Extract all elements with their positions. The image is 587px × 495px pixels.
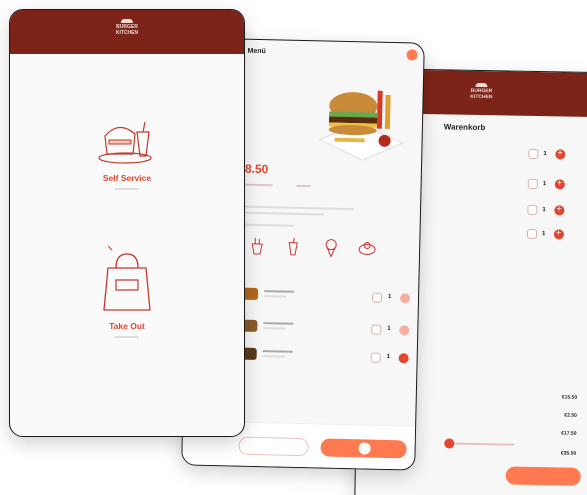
cart-item: 1 bbox=[420, 202, 587, 217]
add-to-cart-button[interactable] bbox=[320, 438, 407, 459]
increase-button[interactable] bbox=[399, 325, 410, 336]
increase-button[interactable] bbox=[399, 293, 411, 304]
brand-logo: BURGER KITCHEN bbox=[116, 19, 138, 36]
chef-hat-icon bbox=[120, 19, 133, 23]
menu-item: 1 bbox=[240, 346, 410, 368]
cart-title: Warenkorb bbox=[443, 122, 486, 133]
take-out-label: Take Out bbox=[109, 321, 145, 331]
burger-meal-image bbox=[318, 90, 404, 161]
decrease-button[interactable] bbox=[371, 292, 383, 303]
increase-button[interactable] bbox=[555, 149, 566, 160]
menu-item: 1 bbox=[241, 318, 411, 340]
decrease-button[interactable] bbox=[528, 148, 539, 160]
welcome-screen: BURGER KITCHEN Self Service Take Out bbox=[9, 9, 245, 437]
close-button[interactable] bbox=[406, 49, 418, 61]
self-service-option[interactable]: Self Service bbox=[10, 114, 244, 190]
cart-item-qty: 1 bbox=[542, 181, 547, 188]
cart-item: 1 bbox=[420, 226, 587, 241]
back-button[interactable] bbox=[238, 436, 309, 457]
decrease-button[interactable] bbox=[526, 228, 538, 240]
cart-item: 1 bbox=[421, 146, 587, 161]
quantity-badge bbox=[358, 442, 371, 455]
menu-item: 1 bbox=[241, 286, 412, 308]
food-tray-icon bbox=[98, 121, 152, 164]
decrease-button[interactable] bbox=[370, 352, 381, 363]
increase-button[interactable] bbox=[553, 229, 565, 240]
take-out-option[interactable]: Take Out bbox=[10, 245, 244, 338]
fries-icon[interactable] bbox=[247, 236, 267, 256]
tip-slider[interactable] bbox=[444, 438, 515, 449]
brand-logo: BURGER KITCHEN bbox=[470, 82, 493, 100]
decrease-button[interactable] bbox=[527, 178, 538, 190]
fee-value: €2.50 bbox=[564, 412, 577, 419]
menu-title: Menü bbox=[247, 47, 266, 56]
cart-item-qty: 1 bbox=[541, 231, 546, 238]
cart-item: 1 bbox=[421, 176, 587, 191]
self-service-label: Self Service bbox=[102, 173, 152, 183]
decrease-button[interactable] bbox=[371, 324, 382, 335]
drink-icon[interactable] bbox=[283, 237, 303, 257]
takeout-bag-icon bbox=[103, 245, 151, 311]
chef-hat-icon bbox=[475, 82, 488, 88]
increase-button[interactable] bbox=[554, 179, 565, 190]
ice-cream-icon[interactable] bbox=[321, 237, 341, 258]
checkout-button[interactable] bbox=[505, 466, 581, 486]
cart-item-qty: 1 bbox=[543, 151, 547, 158]
increase-button[interactable] bbox=[398, 353, 409, 364]
item-price: 8.50 bbox=[244, 161, 269, 177]
cart-item-qty: 1 bbox=[542, 207, 546, 214]
dessert-icon[interactable] bbox=[357, 238, 377, 258]
welcome-header: BURGER KITCHEN bbox=[10, 10, 244, 54]
increase-button[interactable] bbox=[554, 205, 565, 216]
decrease-button[interactable] bbox=[527, 204, 538, 216]
subtotal-value: €15.50 bbox=[561, 394, 578, 401]
slider-handle[interactable] bbox=[444, 438, 455, 449]
tax-value: €17.50 bbox=[561, 430, 577, 437]
total-value: €35.50 bbox=[560, 450, 577, 457]
